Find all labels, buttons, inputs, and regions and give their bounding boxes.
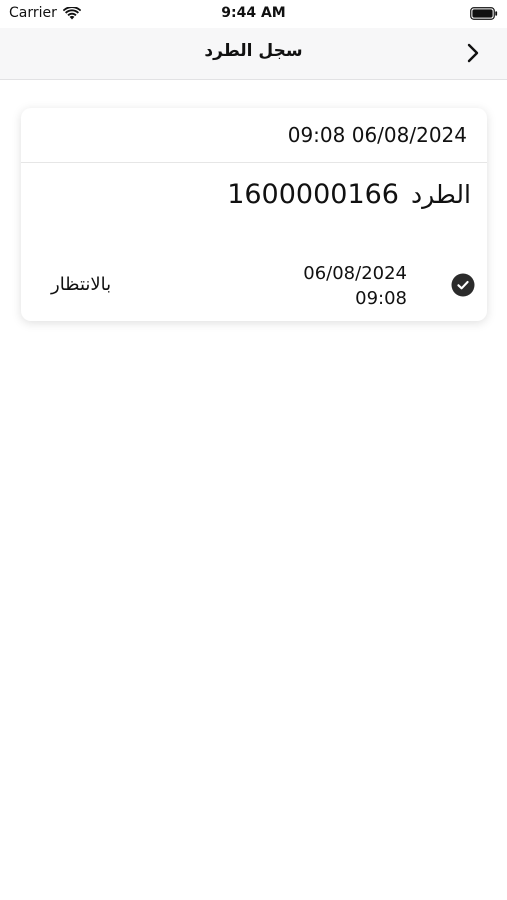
chevron-right-icon [467,43,479,63]
card-header-datetime: 09:08 06/08/2024 [287,123,467,147]
history-time: 09:08 [355,288,407,309]
status-text: بالانتظار [51,274,112,295]
battery-icon [470,7,498,20]
nav-bar: سجل الطرد [0,28,507,80]
page-title: سجل الطرد [204,41,303,61]
status-time: 9:44 AM [221,5,286,21]
parcel-label: الطرد [411,180,471,209]
history-date: 06/08/2024 [303,263,407,284]
parcel-card: 09:08 06/08/2024 1600000166 الطرد بالانت… [21,108,487,321]
history-row: بالانتظار 06/08/2024 09:08 [21,260,487,312]
status-bar: Carrier 9:44 AM [0,0,507,28]
check-circle-icon [451,273,475,297]
back-button[interactable] [465,42,481,64]
parcel-row: 1600000166 الطرد [227,179,471,210]
history-datetime: 06/08/2024 09:08 [303,261,407,311]
parcel-number: 1600000166 [227,179,399,210]
card-header: 09:08 06/08/2024 [21,108,487,163]
